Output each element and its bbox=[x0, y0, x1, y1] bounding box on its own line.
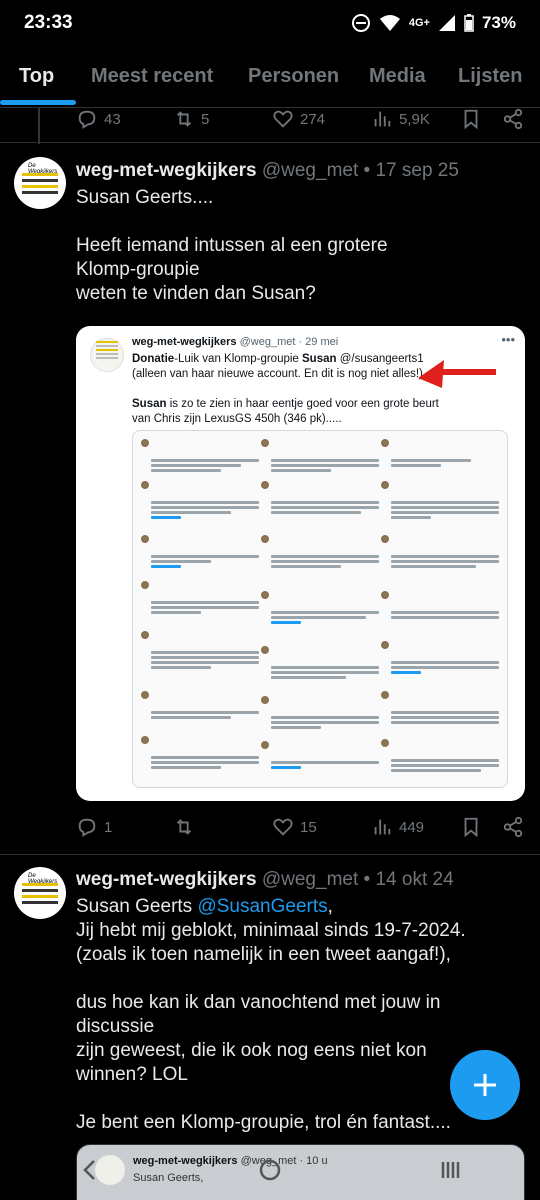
embed-avatar bbox=[90, 338, 124, 372]
tab-meest-recent[interactable]: Meest recent bbox=[91, 52, 213, 88]
bookmark-icon[interactable] bbox=[460, 108, 482, 130]
status-bar: 23:33 4G+ 73% bbox=[0, 0, 540, 46]
red-arrow-icon bbox=[418, 360, 496, 388]
tweet-divider bbox=[0, 854, 540, 855]
views-button[interactable]: 449 bbox=[371, 816, 424, 838]
embed-handle: @weg_met · 29 mei bbox=[239, 336, 339, 348]
reply-button[interactable]: 1 bbox=[76, 816, 112, 838]
network-type: 4G+ bbox=[408, 17, 430, 29]
share-icon[interactable] bbox=[502, 108, 524, 130]
tweet-header: weg-met-wegkijkers @weg_met • 17 sep 25 bbox=[76, 160, 459, 182]
tweet-header: weg-met-wegkijkers @weg_met • 14 okt 24 bbox=[76, 869, 454, 891]
embedded-screenshot bbox=[132, 430, 508, 788]
battery-icon bbox=[464, 14, 474, 32]
tweet-date[interactable]: • 17 sep 25 bbox=[364, 160, 459, 181]
author-name[interactable]: weg-met-wegkijkers bbox=[76, 160, 257, 181]
prev-tweet-actions: 43 5 274 5,9K bbox=[76, 108, 526, 130]
dnd-icon bbox=[351, 14, 370, 32]
status-time: 23:33 bbox=[24, 12, 73, 33]
views-icon bbox=[374, 111, 391, 127]
tweet-date[interactable]: • 14 okt 24 bbox=[364, 869, 454, 890]
reply-icon bbox=[78, 110, 96, 129]
repost-button[interactable]: 5 bbox=[173, 108, 209, 130]
tab-top[interactable]: Top bbox=[19, 52, 54, 88]
author-handle[interactable]: @weg_met bbox=[262, 160, 358, 181]
tweet-image[interactable]: weg-met-wegkijkers @weg_met · 29 mei •••… bbox=[76, 326, 525, 801]
views-button[interactable]: 5,9K bbox=[371, 108, 430, 130]
tab-personen[interactable]: Personen bbox=[248, 52, 339, 88]
author-name[interactable]: weg-met-wegkijkers bbox=[76, 869, 257, 890]
recents-icon[interactable] bbox=[438, 1158, 462, 1182]
views-count: 5,9K bbox=[399, 110, 430, 128]
wifi-icon bbox=[379, 15, 400, 31]
like-icon bbox=[273, 110, 293, 128]
like-icon bbox=[273, 818, 293, 836]
like-count: 15 bbox=[300, 818, 317, 836]
mention-link[interactable]: @SusanGeerts bbox=[197, 896, 327, 917]
tweet-text: Susan Geerts.... Heeft iemand intussen a… bbox=[76, 187, 388, 304]
author-handle[interactable]: @weg_met bbox=[262, 869, 358, 890]
like-button[interactable]: 15 bbox=[272, 816, 317, 838]
system-nav-bar bbox=[0, 1140, 540, 1200]
embed-author-name: weg-met-wegkijkers bbox=[132, 336, 237, 348]
search-tabs: Top Meest recent Personen Media Lijsten bbox=[0, 52, 540, 108]
bookmark-icon[interactable] bbox=[460, 816, 482, 838]
avatar[interactable]: De Wegkijkers bbox=[14, 867, 66, 919]
repost-icon bbox=[176, 111, 192, 127]
views-count: 449 bbox=[399, 818, 425, 836]
battery-level: 73% bbox=[481, 13, 516, 32]
signal-icon bbox=[438, 15, 455, 31]
more-icon: ••• bbox=[501, 332, 515, 347]
active-tab-indicator bbox=[0, 100, 76, 105]
back-icon[interactable] bbox=[78, 1158, 102, 1182]
repost-count: 5 bbox=[201, 110, 210, 128]
tab-lijsten[interactable]: Lijsten bbox=[458, 52, 522, 88]
repost-button[interactable] bbox=[173, 816, 201, 838]
tweet-actions: 1 15 449 bbox=[76, 816, 526, 838]
tweet-text-first-line: Susan Geerts @SusanGeerts, bbox=[76, 896, 333, 917]
avatar[interactable]: De Wegkijkers bbox=[14, 157, 66, 209]
reply-icon bbox=[78, 818, 96, 837]
tweet-divider bbox=[0, 142, 540, 143]
tab-media[interactable]: Media bbox=[369, 52, 426, 88]
like-button[interactable]: 274 bbox=[272, 108, 325, 130]
thread-line bbox=[38, 108, 40, 144]
views-icon bbox=[374, 819, 391, 835]
repost-icon bbox=[176, 819, 192, 835]
reply-button[interactable]: 43 bbox=[76, 108, 121, 130]
compose-button[interactable] bbox=[450, 1050, 520, 1120]
home-icon[interactable] bbox=[258, 1158, 282, 1182]
embed-header: weg-met-wegkijkers @weg_met · 29 mei bbox=[132, 336, 338, 348]
reply-count: 1 bbox=[104, 818, 113, 836]
share-icon[interactable] bbox=[502, 816, 524, 838]
like-count: 274 bbox=[300, 110, 326, 128]
reply-count: 43 bbox=[104, 110, 121, 128]
compose-icon bbox=[474, 1074, 496, 1096]
